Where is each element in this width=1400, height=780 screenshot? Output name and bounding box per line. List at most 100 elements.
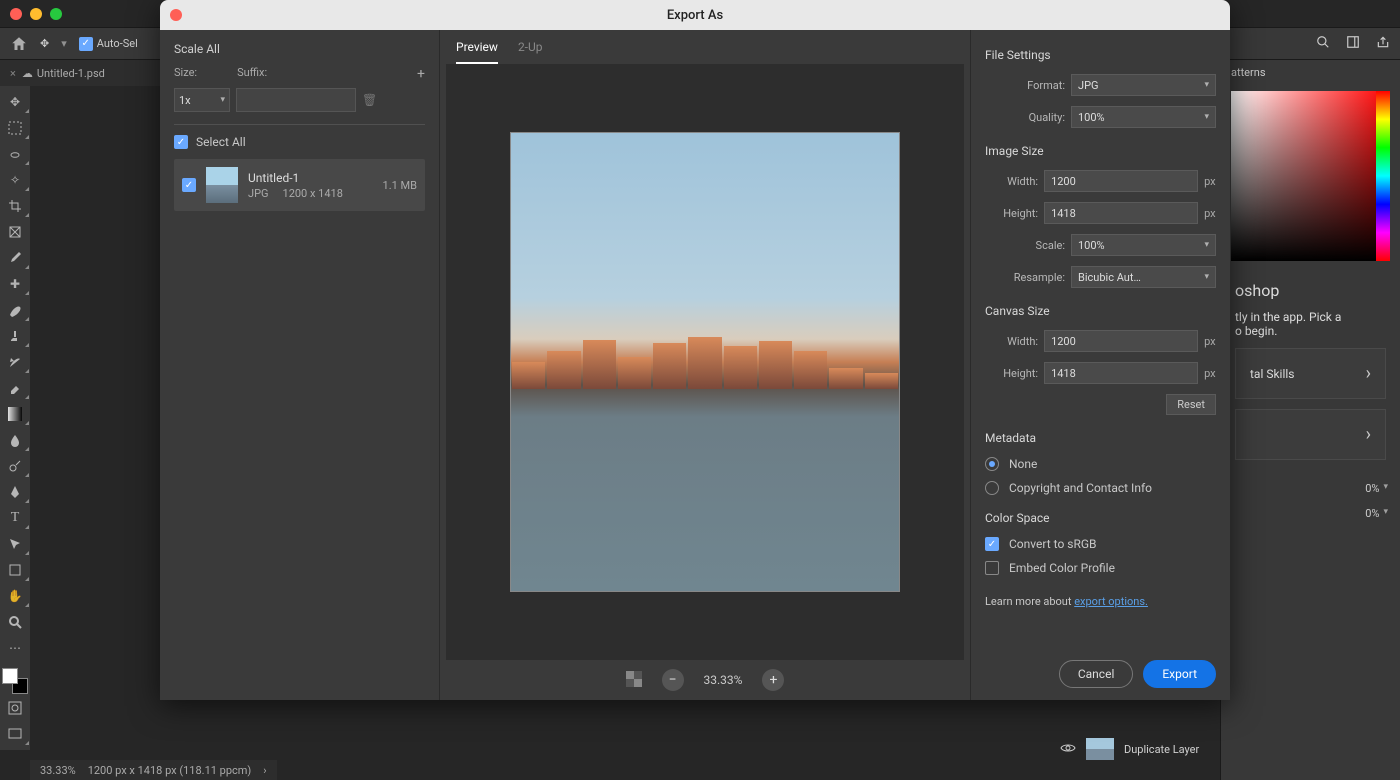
px-unit: px — [1204, 207, 1216, 220]
status-chevron-icon[interactable]: › — [263, 764, 266, 777]
frame-tool[interactable] — [0, 220, 30, 244]
panel-tabs[interactable]: atterns — [1221, 60, 1400, 85]
cancel-button[interactable]: Cancel — [1059, 660, 1134, 688]
layer-row[interactable]: Duplicate Layer — [1060, 738, 1390, 760]
screenmode-tool[interactable] — [0, 722, 30, 746]
asset-dimensions: 1200 x 1418 — [283, 187, 343, 200]
search-icon[interactable] — [1316, 35, 1330, 52]
scale-select[interactable]: 100%▾ — [1071, 234, 1216, 256]
metadata-none-label: None — [1009, 457, 1037, 471]
zoom-tool[interactable] — [0, 610, 30, 634]
checkerboard-icon[interactable] — [626, 671, 642, 690]
quickmask-tool[interactable] — [0, 696, 30, 720]
hand-tool[interactable]: ✋ — [0, 584, 30, 608]
preview-zoom-value[interactable]: 33.33% — [704, 673, 743, 687]
pen-tool[interactable] — [0, 480, 30, 504]
eyedropper-tool[interactable] — [0, 246, 30, 270]
height-input[interactable] — [1044, 202, 1198, 224]
tab-preview[interactable]: Preview — [456, 40, 498, 64]
status-zoom[interactable]: 33.33% — [40, 764, 76, 777]
visibility-icon[interactable] — [1060, 742, 1076, 757]
dialog-titlebar[interactable]: Export As — [160, 0, 1230, 30]
status-docinfo[interactable]: 1200 px x 1418 px (118.11 ppcm) — [88, 764, 252, 777]
export-options-link[interactable]: export options. — [1074, 595, 1148, 608]
asset-checkbox[interactable]: ✓ — [182, 178, 196, 192]
quality-select[interactable]: 100%▾ — [1071, 106, 1216, 128]
asset-row[interactable]: ✓ Untitled-1 JPG 1200 x 1418 1.1 MB — [174, 159, 425, 211]
export-left-panel: Scale All Size: Suffix: + 1x▾ 🗑 ✓ Select… — [160, 30, 440, 700]
color-swatches[interactable] — [2, 668, 28, 694]
blur-tool[interactable] — [0, 428, 30, 452]
tab-2up[interactable]: 2-Up — [518, 40, 543, 64]
learn-about-text: Learn more about — [985, 595, 1071, 608]
preview-canvas[interactable] — [446, 64, 964, 660]
layer-name[interactable]: Duplicate Layer — [1124, 743, 1199, 756]
zoom-out-icon[interactable]: − — [662, 669, 684, 691]
lasso-tool[interactable] — [0, 142, 30, 166]
stamp-tool[interactable] — [0, 324, 30, 348]
window-zoom-icon[interactable] — [50, 8, 62, 20]
document-tab-name[interactable]: Untitled-1.psd — [37, 67, 105, 80]
home-icon[interactable] — [10, 35, 28, 53]
window-close-icon[interactable] — [10, 8, 22, 20]
learn-card[interactable]: › — [1235, 409, 1386, 460]
embed-profile-checkbox[interactable] — [985, 561, 999, 575]
fill-value[interactable]: 0% — [1365, 507, 1379, 520]
autoselect-checkbox[interactable]: ✓ — [79, 37, 93, 51]
px-unit: px — [1204, 175, 1216, 188]
hue-slider[interactable] — [1376, 91, 1390, 261]
canvas-width-input[interactable] — [1044, 330, 1198, 352]
delete-scale-icon[interactable]: 🗑 — [362, 93, 377, 107]
metadata-copyright-label: Copyright and Contact Info — [1009, 481, 1152, 495]
format-select[interactable]: JPG▾ — [1071, 74, 1216, 96]
history-brush-tool[interactable] — [0, 350, 30, 374]
zoom-in-icon[interactable]: + — [762, 669, 784, 691]
gradient-tool[interactable] — [0, 402, 30, 426]
select-all-checkbox[interactable]: ✓ — [174, 135, 188, 149]
dialog-close-icon[interactable] — [170, 9, 182, 21]
crop-tool[interactable] — [0, 194, 30, 218]
wand-tool[interactable]: ✧ — [0, 168, 30, 192]
healing-tool[interactable]: ✚ — [0, 272, 30, 296]
move-tool-icon[interactable]: ✥ — [40, 37, 49, 50]
canvas-height-input[interactable] — [1044, 362, 1198, 384]
foreground-color-swatch[interactable] — [2, 668, 18, 684]
scale-label: Scale: — [985, 239, 1065, 252]
export-as-dialog: Export As Scale All Size: Suffix: + 1x▾ … — [160, 0, 1230, 700]
dodge-tool[interactable] — [0, 454, 30, 478]
edit-toolbar[interactable]: ⋯ — [0, 636, 30, 660]
move-tool[interactable]: ✥ — [0, 90, 30, 114]
tab-close-icon[interactable]: × — [10, 67, 16, 80]
reset-button[interactable]: Reset — [1166, 394, 1216, 415]
tab-patterns[interactable]: atterns — [1231, 66, 1266, 79]
brush-tool[interactable] — [0, 298, 30, 322]
learn-panel: oshop tly in the app. Pick a o begin. ta… — [1221, 267, 1400, 474]
mac-window-controls[interactable] — [0, 2, 72, 26]
layer-thumbnail[interactable] — [1086, 738, 1114, 760]
scale-size-select[interactable]: 1x▾ — [174, 88, 230, 112]
type-tool[interactable]: T — [0, 506, 30, 530]
metadata-copyright-radio[interactable] — [985, 481, 999, 495]
path-select-tool[interactable] — [0, 532, 30, 556]
share-icon[interactable] — [1376, 35, 1390, 52]
eraser-tool[interactable] — [0, 376, 30, 400]
marquee-tool[interactable] — [0, 116, 30, 140]
add-scale-icon[interactable]: + — [417, 66, 425, 82]
convert-srgb-checkbox[interactable]: ✓ — [985, 537, 999, 551]
workspace-icon[interactable] — [1346, 35, 1360, 52]
learn-card[interactable]: tal Skills› — [1235, 348, 1386, 399]
opacity-value[interactable]: 0% — [1365, 482, 1379, 495]
export-button[interactable]: Export — [1143, 660, 1216, 688]
color-picker-panel[interactable] — [1231, 91, 1390, 261]
shape-tool[interactable] — [0, 558, 30, 582]
suffix-input[interactable] — [236, 88, 356, 112]
width-input[interactable] — [1044, 170, 1198, 192]
learn-text: tly in the app. Pick a — [1235, 310, 1386, 324]
metadata-heading: Metadata — [985, 431, 1216, 445]
resample-select[interactable]: Bicubic Aut…▾ — [1071, 266, 1216, 288]
dialog-title: Export As — [667, 8, 723, 23]
metadata-none-radio[interactable] — [985, 457, 999, 471]
suffix-label: Suffix: — [237, 66, 267, 82]
convert-srgb-label: Convert to sRGB — [1009, 537, 1097, 551]
window-minimize-icon[interactable] — [30, 8, 42, 20]
